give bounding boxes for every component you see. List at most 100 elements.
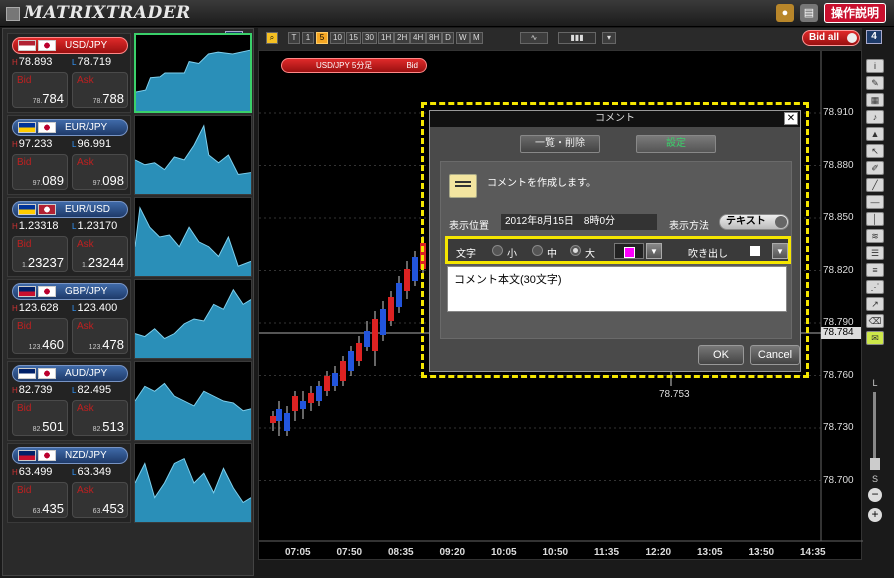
timeframe-button[interactable]: 30 xyxy=(362,32,377,44)
timeframe-button[interactable]: 10 xyxy=(330,32,345,44)
fan-tool-icon[interactable]: ⋰ xyxy=(866,280,884,294)
help-button[interactable]: 操作説明 xyxy=(823,3,886,23)
fib-tool-icon[interactable]: ≋ xyxy=(866,229,884,243)
pair-name: EUR/JPY xyxy=(65,122,108,133)
low-label: L xyxy=(72,222,77,231)
cursor-tool-icon[interactable]: ↖ xyxy=(866,144,884,158)
candle-type-icon[interactable]: ▮▮▮ xyxy=(558,32,596,44)
chart-tool-icon[interactable]: ▲ xyxy=(866,127,884,141)
comment-textarea[interactable]: コメント本文(30文字) xyxy=(447,266,787,312)
ask-box[interactable]: Ask 82.513 xyxy=(72,400,128,436)
mini-chart[interactable] xyxy=(134,443,252,523)
ask-box[interactable]: Ask 123.478 xyxy=(72,318,128,354)
mini-chart[interactable] xyxy=(134,197,252,277)
mini-chart-plot xyxy=(135,457,251,522)
position-value[interactable]: 2012年8月15日 8時0分 xyxy=(501,214,657,230)
low-label: L xyxy=(72,386,77,395)
bid-box[interactable]: Bid 82.501 xyxy=(12,400,68,436)
chart-type-icon[interactable]: ∿ xyxy=(520,32,548,44)
zoom-icon[interactable]: ⌕ xyxy=(266,32,278,44)
mini-chart[interactable] xyxy=(134,361,252,441)
timeframe-button[interactable]: W xyxy=(456,32,470,44)
cancel-button[interactable]: Cancel xyxy=(750,345,800,365)
vline-tool-icon[interactable]: │ xyxy=(866,212,884,226)
currency-pair-card[interactable]: USD/JPY H78.893 L78.719 Bid 78.784 Ask 7… xyxy=(7,33,253,113)
pair-info[interactable]: AUD/JPY H82.739 L82.495 Bid 82.501 Ask 8… xyxy=(7,361,131,441)
hline-tool-icon[interactable]: — xyxy=(866,195,884,209)
bid-box[interactable]: Bid 1.23237 xyxy=(12,236,68,272)
bid-main: 460 xyxy=(42,337,64,352)
tab-settings[interactable]: 設定 xyxy=(636,135,716,153)
size-large-radio[interactable] xyxy=(570,245,581,256)
candle-body xyxy=(276,409,282,421)
bid-box[interactable]: Bid 63.435 xyxy=(12,482,68,518)
ask-box[interactable]: Ask 78.788 xyxy=(72,72,128,108)
timeframe-button[interactable]: M xyxy=(470,32,483,44)
timeframe-button[interactable]: D xyxy=(442,32,454,44)
pair-info[interactable]: EUR/JPY H97.233 L96.991 Bid 97.089 Ask 9… xyxy=(7,115,131,195)
close-icon[interactable]: ✕ xyxy=(784,112,798,125)
print-icon[interactable]: ▤ xyxy=(799,4,818,22)
slider-thumb[interactable] xyxy=(870,458,880,470)
bid-box[interactable]: Bid 97.089 xyxy=(12,154,68,190)
text-color-dropdown[interactable]: ▼ xyxy=(646,243,662,259)
pair-info[interactable]: NZD/JPY H63.499 L63.349 Bid 63.435 Ask 6… xyxy=(7,443,131,523)
ok-button[interactable]: OK xyxy=(698,345,744,365)
mini-chart[interactable] xyxy=(134,33,252,113)
zoom-slider[interactable]: L S − + xyxy=(868,378,882,522)
trendline-tool-icon[interactable]: ╱ xyxy=(866,178,884,192)
timeframe-button[interactable]: 1 xyxy=(302,32,314,44)
bid-box[interactable]: Bid 78.784 xyxy=(12,72,68,108)
pair-info[interactable]: GBP/JPY H123.628 L123.400 Bid 123.460 As… xyxy=(7,279,131,359)
pair-info[interactable]: EUR/USD H1.23318 L1.23170 Bid 1.23237 As… xyxy=(7,197,131,277)
ask-box[interactable]: Ask 97.098 xyxy=(72,154,128,190)
currency-pair-card[interactable]: NZD/JPY H63.499 L63.349 Bid 63.435 Ask 6… xyxy=(7,443,253,523)
palette-icon[interactable]: ● xyxy=(775,4,794,22)
timeframe-button[interactable]: 15 xyxy=(346,32,361,44)
arrow-tool-icon[interactable]: ↗ xyxy=(866,297,884,311)
dialog-titlebar[interactable]: コメント ✕ xyxy=(430,111,800,127)
low-label: L xyxy=(72,304,77,313)
slider-track[interactable] xyxy=(873,392,876,462)
timeframe-button[interactable]: 8H xyxy=(426,32,443,44)
candle-type-dropdown[interactable]: ▾ xyxy=(602,32,616,44)
currency-pair-card[interactable]: GBP/JPY H123.628 L123.400 Bid 123.460 As… xyxy=(7,279,253,359)
currency-pair-card[interactable]: AUD/JPY H82.739 L82.495 Bid 82.501 Ask 8… xyxy=(7,361,253,441)
comment-tool-icon[interactable]: ✎ xyxy=(866,76,884,90)
channel-tool-icon[interactable]: ☰ xyxy=(866,246,884,260)
timeframe-button[interactable]: 2H xyxy=(394,32,411,44)
ask-box[interactable]: Ask 1.23244 xyxy=(72,236,128,272)
tab-list-delete[interactable]: 一覧・削除 xyxy=(520,135,600,153)
mini-chart[interactable] xyxy=(134,279,252,359)
pen-tool-icon[interactable]: ✐ xyxy=(866,161,884,175)
currency-pair-card[interactable]: EUR/USD H1.23318 L1.23170 Bid 1.23237 As… xyxy=(7,197,253,277)
chart-count-badge[interactable]: 4 xyxy=(866,30,882,44)
pair-info[interactable]: USD/JPY H78.893 L78.719 Bid 78.784 Ask 7… xyxy=(7,33,131,113)
trash-tool-icon[interactable]: ⌫ xyxy=(866,314,884,328)
size-small-radio[interactable] xyxy=(492,245,503,256)
currency-pair-card[interactable]: EUR/JPY H97.233 L96.991 Bid 97.089 Ask 9… xyxy=(7,115,253,195)
zoom-in-icon[interactable]: + xyxy=(868,508,882,522)
bid-all-toggle[interactable]: Bid all xyxy=(802,30,860,46)
bid-box[interactable]: Bid 123.460 xyxy=(12,318,68,354)
timeframe-button[interactable]: 1H xyxy=(378,32,395,44)
grid-tool-icon[interactable]: ≡ xyxy=(866,263,884,277)
mini-chart[interactable] xyxy=(134,115,252,195)
bell-tool-icon[interactable]: ♪ xyxy=(866,110,884,124)
method-toggle[interactable]: テキスト xyxy=(719,214,789,230)
image-tool-icon[interactable]: ▦ xyxy=(866,93,884,107)
bubble-checkbox[interactable] xyxy=(750,246,760,256)
bubble-dropdown[interactable]: ▼ xyxy=(772,243,788,259)
timeframe-button[interactable]: 5 xyxy=(316,32,328,44)
info-tool-icon[interactable]: i xyxy=(866,59,884,73)
ask-prefix: 78. xyxy=(92,98,103,105)
size-small-label: 小 xyxy=(507,249,517,260)
timeframe-button[interactable]: 4H xyxy=(410,32,427,44)
comment-active-tool-icon[interactable]: ✉ xyxy=(866,331,884,345)
timeframe-button[interactable]: T xyxy=(288,32,300,44)
ask-box[interactable]: Ask 63.453 xyxy=(72,482,128,518)
bid-prefix: 123. xyxy=(28,344,43,351)
zoom-out-icon[interactable]: − xyxy=(868,488,882,502)
size-medium-radio[interactable] xyxy=(532,245,543,256)
text-color-swatch[interactable] xyxy=(614,243,644,259)
